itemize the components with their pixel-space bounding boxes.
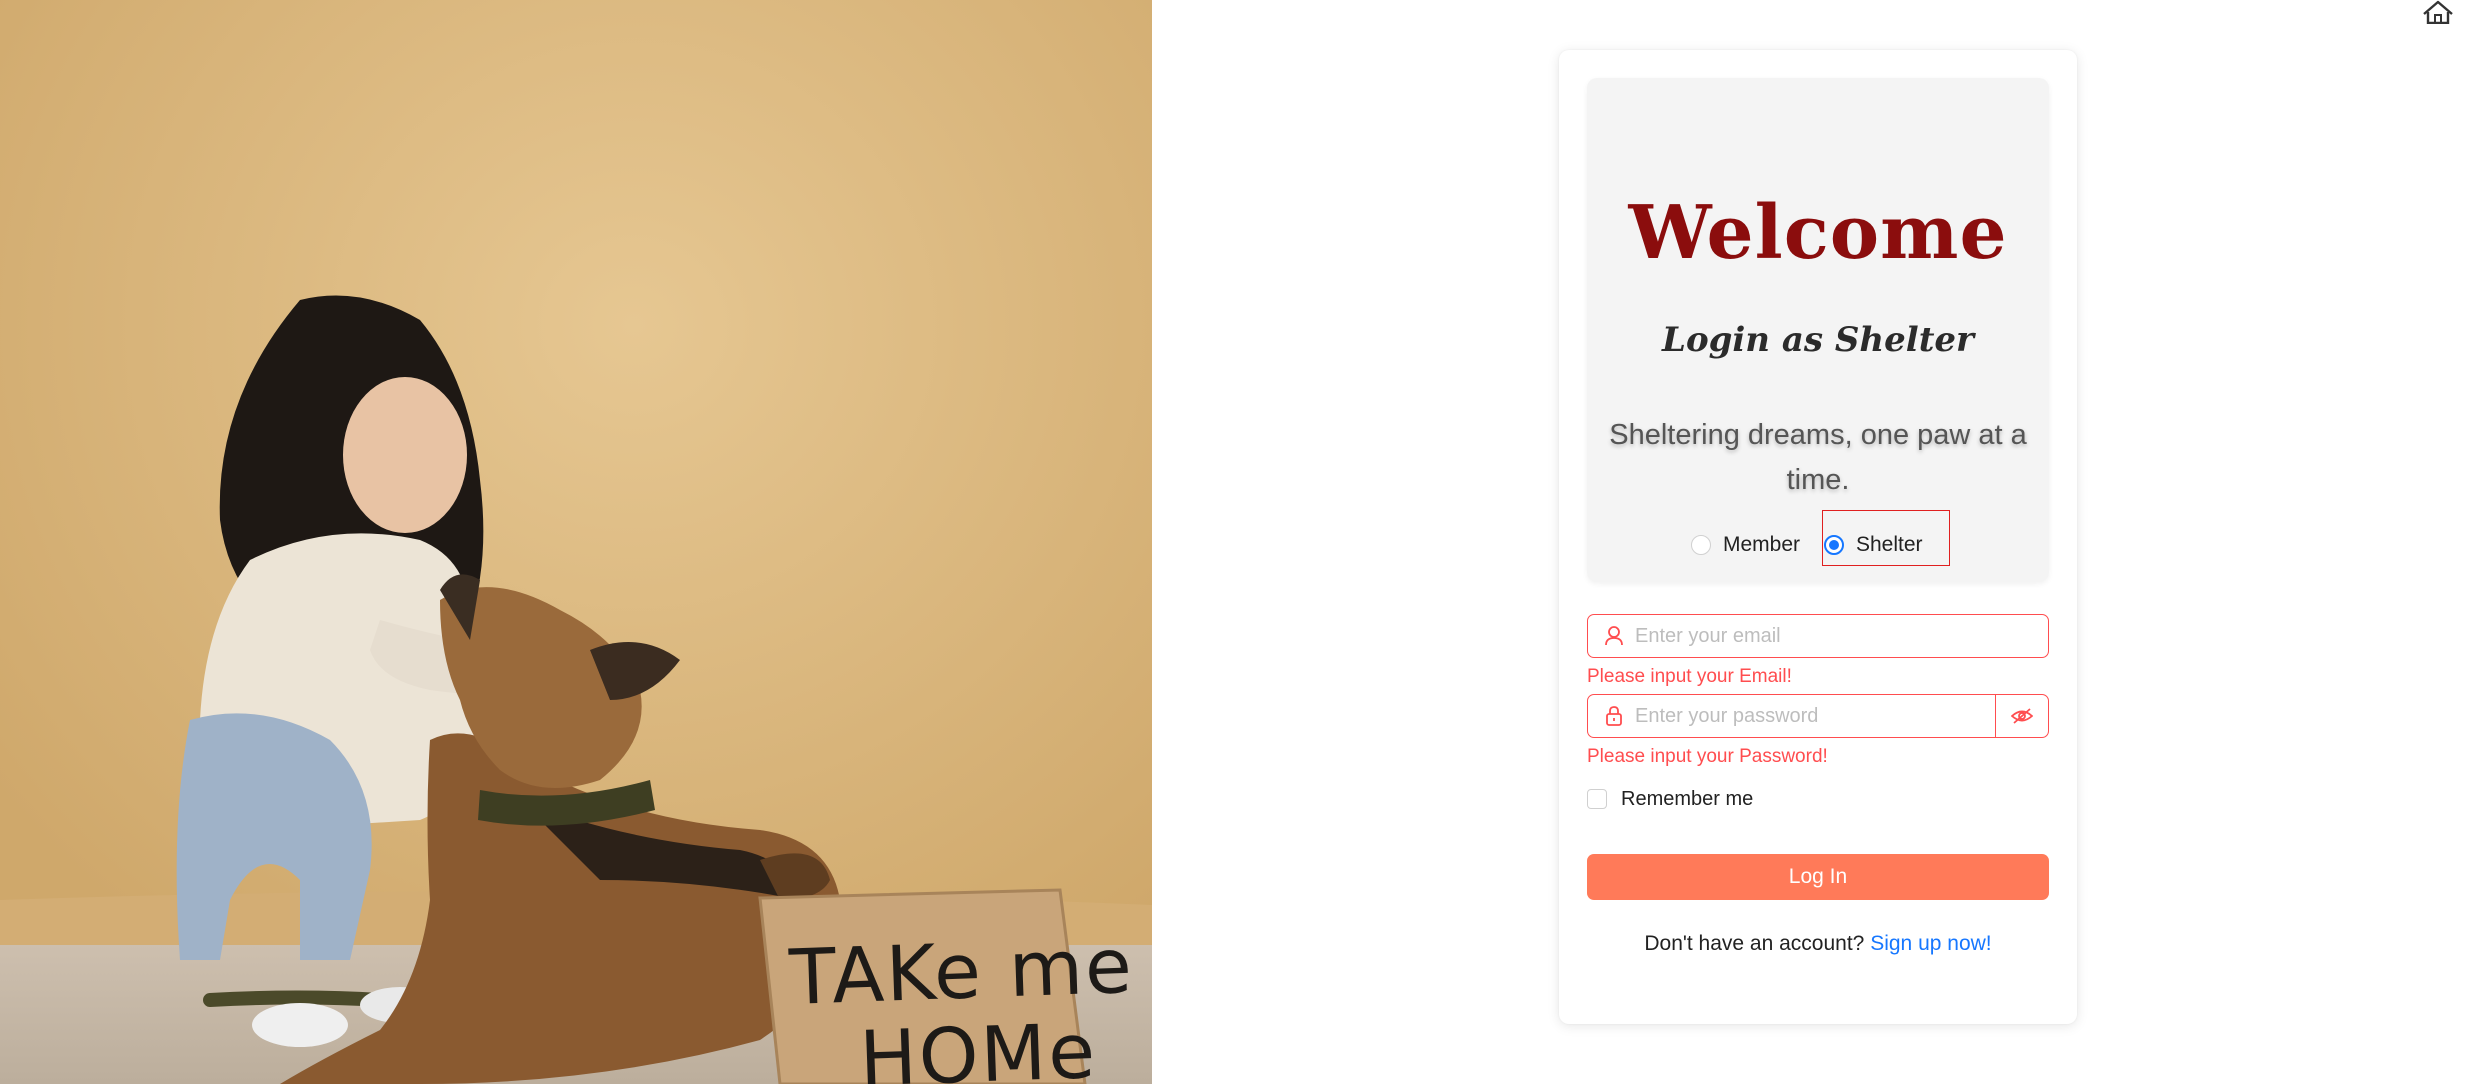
toggle-password-visibility-button[interactable]: [1995, 695, 2048, 737]
user-icon: [1605, 626, 1623, 646]
login-card: Welcome Login as Shelter Sheltering drea…: [1559, 50, 2077, 1024]
email-input[interactable]: [1635, 615, 2048, 657]
remember-me-checkbox[interactable]: Remember me: [1587, 786, 1753, 812]
radio-circle[interactable]: [1691, 535, 1711, 555]
checkbox-box[interactable]: [1587, 789, 1607, 809]
eye-invisible-icon: [2011, 708, 2033, 724]
tagline: Sheltering dreams, one paw at a time.: [1609, 419, 2027, 496]
login-role-subtitle: Login as Shelter: [1662, 320, 1974, 360]
remember-me-label: Remember me: [1621, 787, 1754, 810]
login-button[interactable]: Log In: [1587, 854, 2049, 900]
lock-icon: [1606, 706, 1622, 726]
home-icon[interactable]: [2420, 0, 2456, 25]
welcome-title: Welcome: [1628, 190, 2008, 276]
selection-highlight-box: [1822, 510, 1950, 566]
email-field[interactable]: [1587, 614, 2049, 658]
sign-line-2: HOMe: [858, 1006, 1098, 1084]
password-error: Please input your Password!: [1587, 746, 1828, 767]
signup-prompt-text: Don't have an account?: [1644, 932, 1865, 955]
welcome-panel: Welcome Login as Shelter Sheltering drea…: [1587, 78, 2049, 582]
role-radio-group: Member Shelter: [1587, 528, 2049, 562]
member-radio[interactable]: Member: [1691, 528, 1800, 562]
email-error: Please input your Email!: [1587, 666, 1792, 687]
member-radio-label: Member: [1723, 533, 1801, 556]
signup-link[interactable]: Sign up now!: [1870, 932, 1991, 955]
password-field[interactable]: [1587, 694, 2049, 738]
signup-prompt: Don't have an account? Sign up now!: [1559, 932, 2077, 956]
hero-photo: TAKe me HOMe: [0, 0, 1152, 1084]
woman-with-dog-illustration: TAKe me HOMe: [0, 0, 1152, 1084]
password-input[interactable]: [1635, 695, 1995, 737]
